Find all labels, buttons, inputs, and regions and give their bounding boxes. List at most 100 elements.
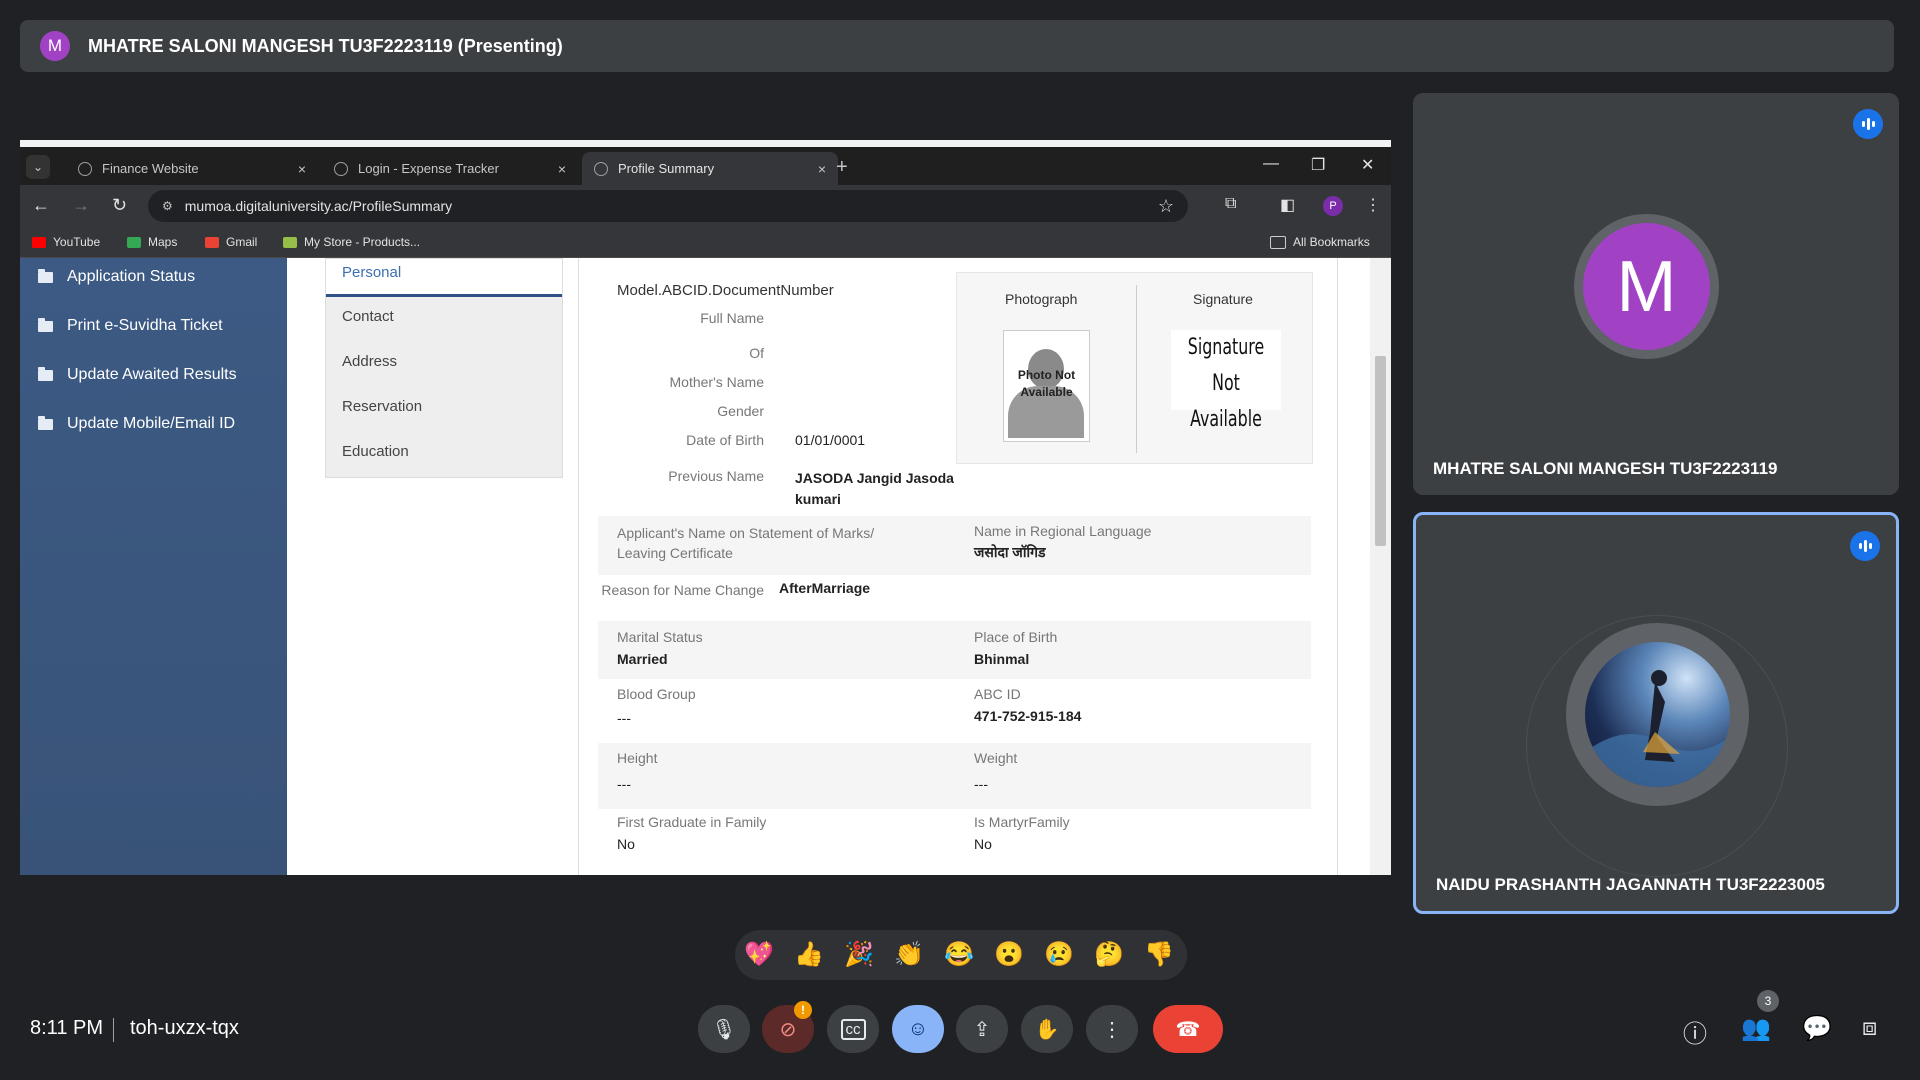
people-icon[interactable]: 👥 <box>1741 1014 1771 1043</box>
height-label: Height <box>617 750 658 766</box>
more-vert-icon: ⋮ <box>1102 1018 1122 1041</box>
bookmark-maps[interactable]: Maps <box>127 235 177 249</box>
speaking-indicator-icon <box>1853 109 1883 139</box>
weight-label: Weight <box>974 750 1018 766</box>
first-graduate-value: No <box>617 836 635 852</box>
presenter-label: MHATRE SALONI MANGESH TU3F2223119 (Prese… <box>88 35 563 56</box>
regional-name-value: जसोदा जॉगिड <box>974 544 1046 560</box>
forward-icon[interactable]: → <box>72 195 90 216</box>
activities-icon[interactable]: ⧈ <box>1862 1014 1877 1042</box>
tab-login-expense-tracker[interactable]: Login - Expense Tracker × <box>322 152 578 185</box>
restore-icon[interactable]: ❐ <box>1311 155 1325 175</box>
menu-update-awaited-results[interactable]: Update Awaited Results <box>38 366 237 384</box>
close-window-icon[interactable]: ✕ <box>1361 155 1374 175</box>
mother-name-label: Mother's Name <box>669 374 764 390</box>
close-tab-icon[interactable]: × <box>558 161 566 177</box>
menu-update-mobile-email[interactable]: Update Mobile/Email ID <box>38 415 235 433</box>
applicant-name-label: Applicant's Name on Statement of Marks/ … <box>617 525 875 561</box>
reaction-thinking[interactable]: 🤔 <box>1094 940 1124 969</box>
back-icon[interactable]: ← <box>32 195 50 216</box>
blood-group-label: Blood Group <box>617 686 696 702</box>
info-icon[interactable]: ⓘ <box>1683 1014 1707 1049</box>
bookmark-my-store[interactable]: My Store - Products... <box>283 235 420 249</box>
reaction-party[interactable]: 🎉 <box>844 940 874 969</box>
camera-button[interactable]: ⊘ ! <box>762 1001 814 1053</box>
browser-tab-bar: ⌄ Finance Website × Login - Expense Trac… <box>20 147 1391 185</box>
site-info-icon[interactable]: ⚙ <box>162 199 173 213</box>
reactions-button[interactable]: ☺ <box>892 1005 944 1053</box>
tab-profile-summary[interactable]: Profile Summary × <box>582 152 838 185</box>
folder-icon <box>38 268 53 283</box>
hand-icon: ✋ <box>1034 1018 1060 1041</box>
dob-value: 01/01/0001 <box>795 432 866 448</box>
gmail-icon <box>205 236 219 248</box>
close-tab-icon[interactable]: × <box>818 161 826 177</box>
previous-name-value: JASODA Jangid Jasoda kumari <box>795 470 954 507</box>
new-tab-button[interactable]: + <box>836 156 848 179</box>
martyr-family-value: No <box>974 836 992 852</box>
folder-icon <box>38 366 53 381</box>
marital-status-value: Married <box>617 651 668 667</box>
reason-label: Reason for Name Change <box>601 582 764 598</box>
tab-contact[interactable]: Contact <box>342 308 394 325</box>
tab-finance-website[interactable]: Finance Website × <box>66 152 318 185</box>
reaction-surprised[interactable]: 😮 <box>994 940 1024 969</box>
camera-off-icon: ⊘ <box>779 1018 797 1041</box>
reload-icon[interactable]: ↻ <box>112 195 127 216</box>
participant-tile-naidu[interactable]: NAIDU PRASHANTH JAGANNATH TU3F2223005 <box>1413 512 1899 914</box>
bookmark-star-icon[interactable]: ☆ <box>1158 196 1174 217</box>
reaction-clap[interactable]: 👏 <box>894 940 924 969</box>
tab-search-button[interactable]: ⌄ <box>26 155 50 179</box>
page-scrollbar[interactable] <box>1370 258 1391 875</box>
participant-tile-mhatre[interactable]: M MHATRE SALONI MANGESH TU3F2223119 <box>1413 93 1899 495</box>
signature-placeholder: Signature Not Available <box>1171 330 1281 432</box>
height-value: --- <box>617 776 631 792</box>
more-options-button[interactable]: ⋮ <box>1086 1005 1138 1053</box>
all-bookmarks[interactable]: All Bookmarks <box>1270 235 1370 249</box>
bookmark-gmail[interactable]: Gmail <box>205 235 257 249</box>
tab-personal[interactable]: Personal <box>342 264 401 281</box>
reaction-thumbs-down[interactable]: 👎 <box>1144 940 1174 969</box>
tab-reservation[interactable]: Reservation <box>342 398 422 415</box>
weight-value: --- <box>974 776 988 792</box>
leave-call-button[interactable]: ☎ <box>1153 1005 1223 1053</box>
participant-name: MHATRE SALONI MANGESH TU3F2223119 <box>1433 459 1778 478</box>
folder-icon <box>38 317 53 332</box>
abc-id-value: 471-752-915-184 <box>974 708 1082 724</box>
reason-value: AfterMarriage <box>779 580 871 596</box>
shared-screen: ⌄ Finance Website × Login - Expense Trac… <box>20 140 1391 875</box>
minimize-icon[interactable]: — <box>1263 155 1279 173</box>
reaction-laugh[interactable]: 😂 <box>944 940 974 969</box>
chat-icon[interactable]: 💬 <box>1802 1014 1832 1043</box>
present-button[interactable]: ⇪ <box>956 1005 1008 1053</box>
camera-alert-badge: ! <box>794 1001 812 1019</box>
profile-avatar[interactable]: P <box>1323 196 1343 216</box>
browser-toolbar: ← → ↻ ⚙ mumoa.digitaluniversity.ac/Profi… <box>20 185 1391 227</box>
side-panel-icon[interactable]: ◧ <box>1280 195 1295 215</box>
reaction-thumbs-up[interactable]: 👍 <box>794 940 824 969</box>
presenter-banner: M MHATRE SALONI MANGESH TU3F2223119 (Pre… <box>20 20 1894 72</box>
speaking-indicator-icon <box>1850 531 1880 561</box>
blood-group-value: --- <box>617 710 631 726</box>
captions-button[interactable]: cc <box>827 1005 879 1053</box>
participant-avatar-image <box>1585 642 1730 787</box>
meeting-code: toh-uxzx-tqx <box>130 1017 239 1039</box>
bookmark-youtube[interactable]: YouTube <box>32 235 100 249</box>
previous-name-label: Previous Name <box>668 468 764 484</box>
folder-icon <box>38 415 53 430</box>
microphone-button[interactable]: 🎙 <box>698 1005 750 1053</box>
tab-address[interactable]: Address <box>342 353 397 370</box>
raise-hand-button[interactable]: ✋ <box>1021 1005 1073 1053</box>
reaction-heart[interactable]: 💖 <box>744 940 774 969</box>
globe-icon <box>78 161 92 176</box>
reaction-sad[interactable]: 😢 <box>1044 940 1074 969</box>
tab-education[interactable]: Education <box>342 443 409 460</box>
menu-icon[interactable]: ⋮ <box>1365 195 1381 215</box>
clock: 8:11 PM <box>30 1017 103 1039</box>
address-bar[interactable]: ⚙ mumoa.digitaluniversity.ac/ProfileSumm… <box>148 190 1188 222</box>
menu-print-ticket[interactable]: Print e-Suvidha Ticket <box>38 317 223 335</box>
close-tab-icon[interactable]: × <box>298 161 306 177</box>
reactions-bar: 💖 👍 🎉 👏 😂 😮 😢 🤔 👎 <box>735 930 1187 980</box>
menu-application-status[interactable]: Application Status <box>38 268 195 286</box>
extensions-icon[interactable]: ⧉ <box>1225 195 1236 213</box>
